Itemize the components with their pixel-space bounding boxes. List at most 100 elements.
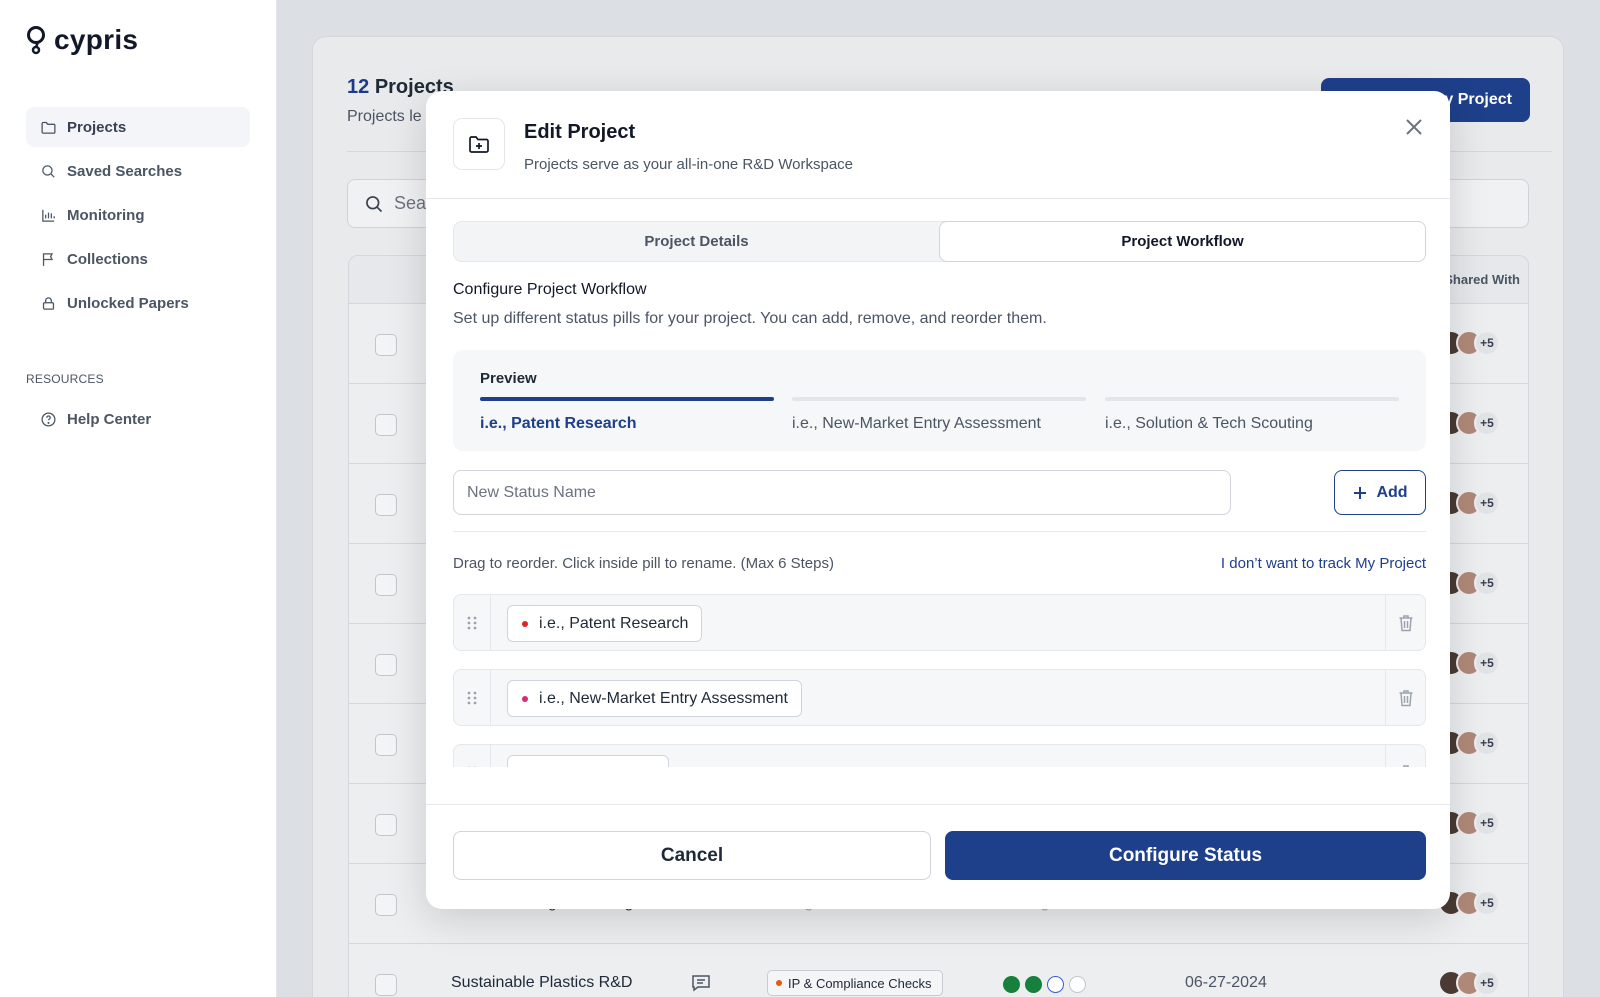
status-pill[interactable]: i.e., New-Market Entry Assessment — [507, 680, 802, 717]
nav-item-monitoring[interactable]: Monitoring — [26, 195, 250, 235]
nav-item-collections[interactable]: Collections — [26, 239, 250, 279]
row-checkbox[interactable] — [375, 814, 397, 836]
modal-tabs: Project Details Project Workflow — [453, 221, 1426, 262]
lock-icon — [42, 296, 55, 310]
drag-handle-icon[interactable] — [454, 595, 491, 650]
divider — [453, 531, 1426, 532]
shared-avatars: +5 — [1438, 810, 1500, 836]
project-name[interactable]: Sustainable Plastics R&D — [451, 974, 632, 992]
row-checkbox[interactable] — [375, 494, 397, 516]
flag-icon — [42, 252, 54, 266]
nav-item-saved-searches[interactable]: Saved Searches — [26, 151, 250, 191]
row-checkbox[interactable] — [375, 414, 397, 436]
folder-icon — [41, 121, 56, 134]
avatar-more: +5 — [1474, 890, 1500, 916]
avatar-more: +5 — [1474, 570, 1500, 596]
modal-title: Edit Project — [524, 121, 636, 143]
tab-project-workflow[interactable]: Project Workflow — [939, 221, 1426, 262]
row-checkbox[interactable] — [375, 334, 397, 356]
status-row[interactable] — [453, 744, 1426, 767]
drag-handle-icon[interactable] — [454, 745, 491, 767]
row-checkbox[interactable] — [375, 654, 397, 676]
shared-avatars: +5 — [1438, 650, 1500, 676]
status-list: i.e., Patent Research i.e., New-Market E… — [453, 594, 1426, 767]
status-row[interactable]: i.e., New-Market Entry Assessment — [453, 669, 1426, 726]
status-pill[interactable]: i.e., Patent Research — [507, 605, 703, 642]
status-dot — [776, 980, 782, 986]
nav-item-help-center[interactable]: Help Center — [26, 399, 250, 439]
search-placeholder: Sea — [394, 193, 427, 213]
modal-footer: Cancel Configure Status — [426, 804, 1450, 909]
shared-avatars: +5 — [1438, 490, 1500, 516]
avatar-more: +5 — [1474, 410, 1500, 436]
preview-step: i.e., Patent Research — [480, 397, 774, 433]
preview-step-bar — [792, 397, 1086, 401]
configure-status-button[interactable]: Configure Status — [945, 831, 1426, 880]
nav-item-label: Monitoring — [67, 206, 145, 224]
status-dot — [522, 620, 528, 627]
step-done — [1003, 976, 1020, 993]
cancel-button[interactable]: Cancel — [453, 831, 931, 880]
shared-avatars: +5 — [1438, 410, 1500, 436]
nav-item-unlocked-papers[interactable]: Unlocked Papers — [26, 283, 250, 323]
trash-icon[interactable] — [1385, 670, 1425, 725]
logo-text: cypris — [54, 24, 139, 55]
avatar-more: +5 — [1474, 330, 1500, 356]
avatar-more: +5 — [1474, 490, 1500, 516]
help-circle-icon — [41, 411, 56, 427]
status-row[interactable]: i.e., Patent Research — [453, 594, 1426, 651]
status-dot — [522, 695, 528, 702]
shared-avatars: +5 — [1438, 330, 1500, 356]
nav-item-projects[interactable]: Projects — [26, 107, 250, 147]
avatar-more: +5 — [1474, 970, 1500, 996]
add-status-button[interactable]: Add — [1334, 470, 1426, 515]
preview-step: i.e., New-Market Entry Assessment — [792, 397, 1086, 433]
avatar-more: +5 — [1474, 810, 1500, 836]
resources-nav: Help Center — [26, 399, 250, 443]
nav-item-label: Projects — [67, 118, 127, 136]
workflow-preview: Preview i.e., Patent Research i.e., New-… — [453, 350, 1426, 451]
search-icon — [366, 195, 383, 212]
drag-hint: Drag to reorder. Click inside pill to re… — [453, 555, 834, 572]
projects-subtitle: Projects le — [347, 108, 422, 125]
row-checkbox[interactable] — [375, 894, 397, 916]
nav-item-label: Collections — [67, 250, 148, 268]
preview-step-label: i.e., Solution & Tech Scouting — [1105, 415, 1313, 432]
cypris-logo-icon — [27, 26, 45, 55]
comment-icon[interactable] — [691, 974, 711, 992]
step-done — [1025, 976, 1042, 993]
table-row[interactable]: +5 Sustainable Plastics R&D IP & Complianc… — [349, 944, 1528, 997]
avatar-more: +5 — [1474, 650, 1500, 676]
bar-chart-icon — [42, 209, 55, 222]
trash-icon[interactable] — [1385, 745, 1425, 767]
modal-subtitle: Projects serve as your all-in-one R&D Wo… — [524, 156, 854, 173]
main-nav: Projects Saved Searches Monitoring Colle… — [26, 107, 250, 327]
row-checkbox[interactable] — [375, 734, 397, 756]
preview-step: i.e., Solution & Tech Scouting — [1105, 397, 1399, 433]
tab-project-details[interactable]: Project Details — [454, 222, 939, 261]
logo[interactable]: cypris — [26, 24, 138, 56]
row-checkbox[interactable] — [375, 974, 397, 996]
status-pill-label: i.e., Patent Research — [539, 614, 689, 632]
sidebar: cypris Projects Saved Searches Monitorin… — [0, 0, 277, 997]
progress-steps — [1003, 976, 1086, 993]
row-checkbox[interactable] — [375, 574, 397, 596]
workflow-description: Set up different status pills for your p… — [453, 310, 1047, 327]
preview-step-bar — [480, 397, 774, 401]
status-pill[interactable] — [507, 755, 669, 767]
search-icon — [42, 164, 55, 178]
status-pill[interactable]: IP & Compliance Checks — [767, 970, 943, 996]
plus-icon — [1354, 486, 1367, 499]
folder-plus-icon — [453, 118, 505, 170]
new-status-input[interactable] — [453, 470, 1231, 515]
trash-icon[interactable] — [1385, 595, 1425, 650]
drag-handle-icon[interactable] — [454, 670, 491, 725]
preview-label: Preview — [480, 370, 537, 387]
projects-count-number: 12 — [347, 76, 370, 98]
dont-track-link[interactable]: I don’t want to track My Project — [1221, 555, 1426, 572]
avatar-more: +5 — [1474, 730, 1500, 756]
step-current — [1047, 976, 1064, 993]
shared-avatars: +5 — [1438, 570, 1500, 596]
close-icon[interactable] — [1402, 115, 1426, 139]
step-pending — [1069, 976, 1086, 993]
